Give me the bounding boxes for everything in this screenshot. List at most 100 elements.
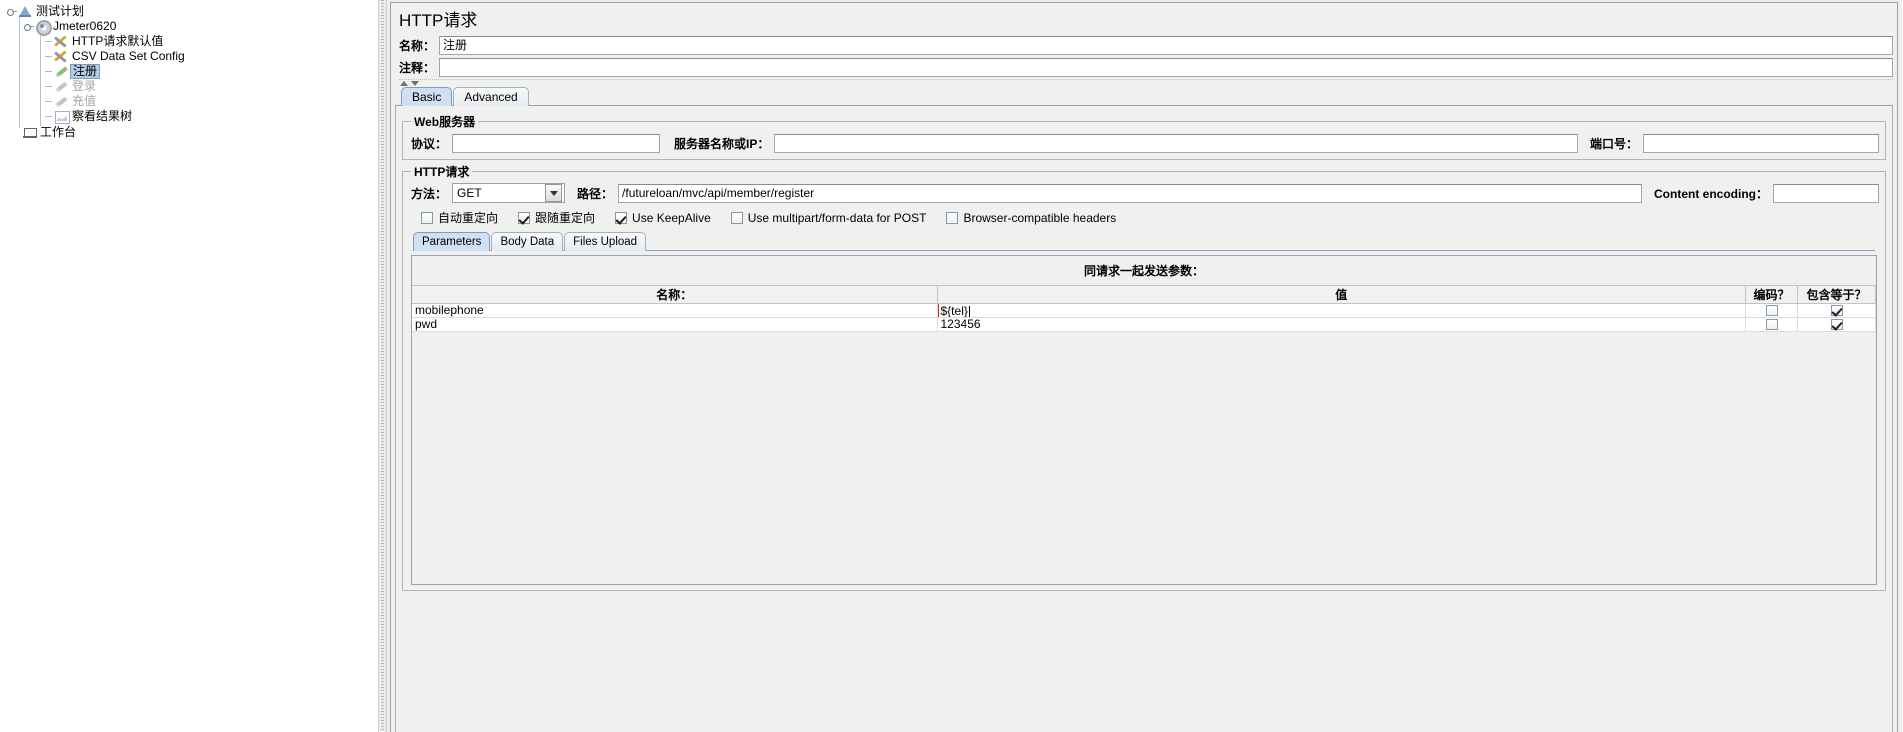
tree-item-label: 充值	[72, 94, 97, 108]
checkbox-box[interactable]	[946, 211, 959, 224]
chevron-down-icon[interactable]	[411, 81, 419, 86]
tab-basic[interactable]: Basic	[401, 87, 453, 106]
tree-item-label: 工作台	[40, 125, 77, 139]
name-input[interactable]: 注册	[439, 36, 1893, 55]
tree-node-test-plan[interactable]: 测试计划	[0, 4, 378, 19]
column-header-encode[interactable]: 编码？	[1745, 285, 1798, 304]
web-server-group: Web服务器 协议： 服务器名称或IP： 端口号：	[402, 113, 1886, 160]
collapse-strip	[399, 79, 1893, 87]
tree-item-label: CSV Data Set Config	[72, 49, 185, 63]
column-header-value[interactable]: 值	[937, 285, 1746, 304]
method-path-row: 方法： GET 路径： /futureloan/mvc/api/member/r…	[409, 182, 1879, 204]
listener-icon	[53, 109, 70, 124]
column-header-name[interactable]: 名称：	[412, 285, 938, 304]
checkbox-box[interactable]	[1830, 319, 1843, 331]
column-header-include-equals[interactable]: 包含等于？	[1797, 285, 1876, 304]
tree-item-label: 测试计划	[36, 4, 85, 18]
tab-files-upload[interactable]: Files Upload	[564, 232, 647, 251]
http-request-legend: HTTP请求	[414, 165, 470, 179]
params-tabstrip: Parameters Body Data Files Upload	[409, 232, 1879, 251]
tree-item-label: HTTP请求默认值	[72, 34, 164, 48]
table-header-row: 名称： 值 编码？ 包含等于？	[412, 285, 1876, 304]
tree-node-workbench[interactable]: 工作台	[0, 125, 378, 140]
tab-parameters[interactable]: Parameters	[413, 232, 491, 251]
test-plan-tree-panel[interactable]: 测试计划 Jmeter0620 HTTP请求默认值 CSV Data Set C…	[0, 0, 378, 732]
cell-param-value-editing[interactable]: ${tel}	[937, 303, 1746, 318]
checkbox-auto-redirect[interactable]: 自动重定向	[421, 209, 498, 226]
method-select[interactable]: GET	[452, 183, 566, 203]
tree-expand-handle[interactable]	[21, 19, 34, 34]
comment-row: 注释：	[391, 57, 1897, 78]
checkbox-follow-redirect[interactable]: 跟随重定向	[518, 209, 595, 226]
checkbox-label: 自动重定向	[438, 211, 499, 225]
tree-item-label: 察看结果树	[72, 109, 133, 123]
tree-node-view-results-tree[interactable]: 察看结果树	[0, 109, 378, 124]
inline-cell-editor[interactable]: ${tel}	[937, 303, 1745, 317]
checkbox-box[interactable]	[1765, 305, 1778, 317]
parameters-table[interactable]: 名称： 值 编码？ 包含等于？ mobilephone ${tel} pwd 1…	[412, 285, 1876, 332]
cell-param-value[interactable]: 123456	[937, 317, 1746, 332]
request-options-row: 自动重定向 跟随重定向 Use KeepAlive Use multipart/…	[409, 204, 1879, 230]
path-label: 路径：	[577, 186, 614, 201]
tree-node-thread-group[interactable]: Jmeter0620	[0, 19, 378, 36]
web-server-row: 协议： 服务器名称或IP： 端口号：	[409, 132, 1879, 154]
tree-node-http-defaults[interactable]: HTTP请求默认值	[0, 34, 378, 49]
server-name-or-ip-input[interactable]	[774, 133, 1578, 153]
cell-include-equals[interactable]	[1797, 303, 1876, 318]
protocol-input[interactable]	[452, 133, 661, 153]
checkbox-label: Use multipart/form-data for POST	[747, 210, 927, 225]
jmeter-window: 测试计划 Jmeter0620 HTTP请求默认值 CSV Data Set C…	[0, 0, 1903, 732]
tree-node-login[interactable]: 登录	[0, 79, 378, 94]
tree-branch-line	[40, 79, 53, 94]
cell-param-name[interactable]: mobilephone	[412, 303, 938, 318]
parameters-panel: 同请求一起发送参数： 名称： 值 编码？ 包含等于？ mobilephone $…	[411, 255, 1877, 585]
tree-item-label: Jmeter0620	[53, 19, 117, 33]
http-request-group: HTTP请求 方法： GET 路径： /futureloan/mvc/api/m…	[402, 163, 1886, 591]
checkbox-box[interactable]	[518, 211, 531, 224]
page-title: HTTP请求	[391, 3, 1897, 35]
port-label: 端口号：	[1589, 136, 1638, 151]
parameters-caption: 同请求一起发送参数：	[1083, 264, 1204, 278]
checkbox-box[interactable]	[730, 211, 743, 224]
cell-param-name[interactable]: pwd	[412, 317, 938, 332]
http-request-editor: HTTP请求 名称： 注册 注释： Basic Advanced Web服务器 …	[390, 2, 1898, 732]
table-row[interactable]: mobilephone ${tel}	[412, 303, 1876, 318]
name-row: 名称： 注册	[391, 35, 1897, 56]
checkbox-label: Browser-compatible headers	[963, 210, 1117, 225]
checkbox-box[interactable]	[1830, 305, 1843, 317]
tree-node-csv-data-set[interactable]: CSV Data Set Config	[0, 49, 378, 64]
chevron-up-icon[interactable]	[400, 81, 408, 86]
comment-input[interactable]	[439, 58, 1893, 77]
path-input[interactable]: /futureloan/mvc/api/member/register	[618, 183, 1642, 203]
checkbox-box[interactable]	[421, 211, 433, 224]
config-element-icon	[53, 34, 70, 49]
tree-node-register[interactable]: 注册	[0, 64, 378, 79]
web-server-legend: Web服务器	[414, 115, 476, 129]
checkbox-use-keepalive[interactable]: Use KeepAlive	[615, 211, 711, 225]
content-encoding-input[interactable]	[1773, 183, 1879, 203]
chevron-down-icon[interactable]	[545, 184, 563, 202]
cell-include-equals[interactable]	[1797, 317, 1876, 332]
tree-node-recharge[interactable]: 充值	[0, 94, 378, 109]
http-sampler-icon	[53, 94, 70, 109]
workbench-icon	[21, 125, 38, 140]
checkbox-use-multipart[interactable]: Use multipart/form-data for POST	[730, 210, 927, 225]
tab-advanced[interactable]: Advanced	[453, 87, 529, 106]
checkbox-label: 跟随重定向	[535, 211, 596, 225]
cell-encode[interactable]	[1745, 303, 1798, 318]
tree-branch-line	[40, 64, 53, 79]
method-selected-value: GET	[457, 186, 482, 200]
cell-encode[interactable]	[1745, 317, 1798, 332]
tree-expand-handle[interactable]	[4, 4, 17, 19]
thread-group-icon	[34, 19, 52, 36]
tab-body-data[interactable]: Body Data	[491, 232, 564, 251]
checkbox-box[interactable]	[1765, 319, 1778, 331]
basic-tab-pane: Web服务器 协议： 服务器名称或IP： 端口号： HTTP请求 方法： GET…	[395, 106, 1893, 732]
comment-label: 注释：	[399, 61, 436, 75]
checkbox-box[interactable]	[615, 211, 628, 224]
checkbox-browser-compatible-headers[interactable]: Browser-compatible headers	[946, 211, 1116, 225]
panel-splitter[interactable]	[378, 0, 387, 732]
tree-branch-line	[40, 34, 53, 49]
table-row[interactable]: pwd 123456	[412, 317, 1876, 332]
port-input[interactable]	[1643, 133, 1879, 153]
